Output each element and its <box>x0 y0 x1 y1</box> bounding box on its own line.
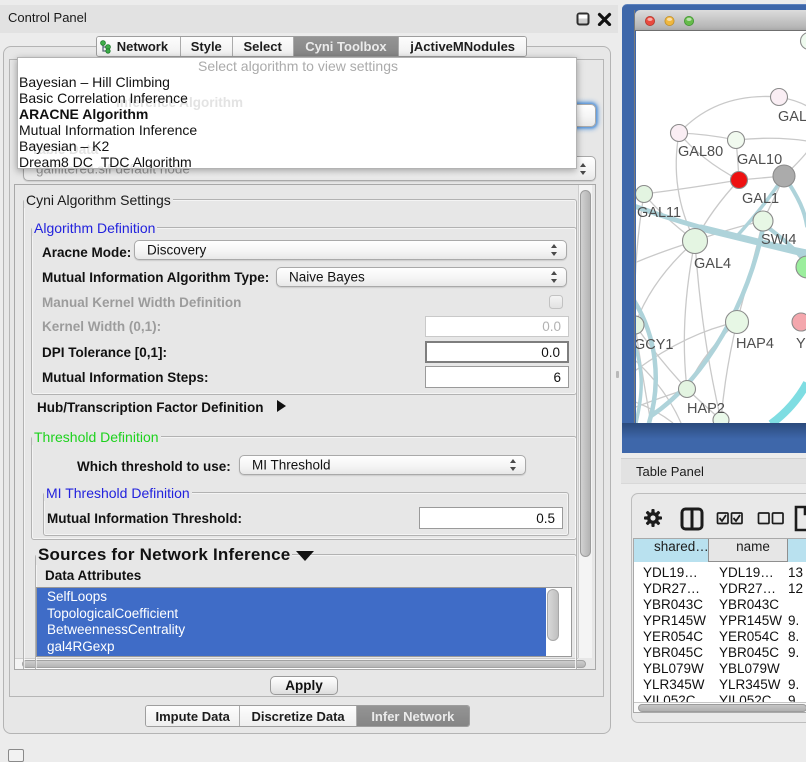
svg-text:SWI4: SWI4 <box>761 232 796 248</box>
svg-text:HAP4: HAP4 <box>736 336 774 352</box>
svg-text:HAP2: HAP2 <box>687 401 725 417</box>
svg-text:GAL4: GAL4 <box>694 256 731 272</box>
svg-text:YM: YM <box>796 336 806 352</box>
svg-text:GAL1: GAL1 <box>742 191 779 207</box>
svg-text:GCY1: GCY1 <box>636 337 674 353</box>
svg-text:GAL10: GAL10 <box>737 152 782 168</box>
svg-text:GAL80: GAL80 <box>678 144 723 160</box>
svg-text:GAL11: GAL11 <box>637 205 681 221</box>
svg-text:GAL7: GAL7 <box>778 109 806 125</box>
